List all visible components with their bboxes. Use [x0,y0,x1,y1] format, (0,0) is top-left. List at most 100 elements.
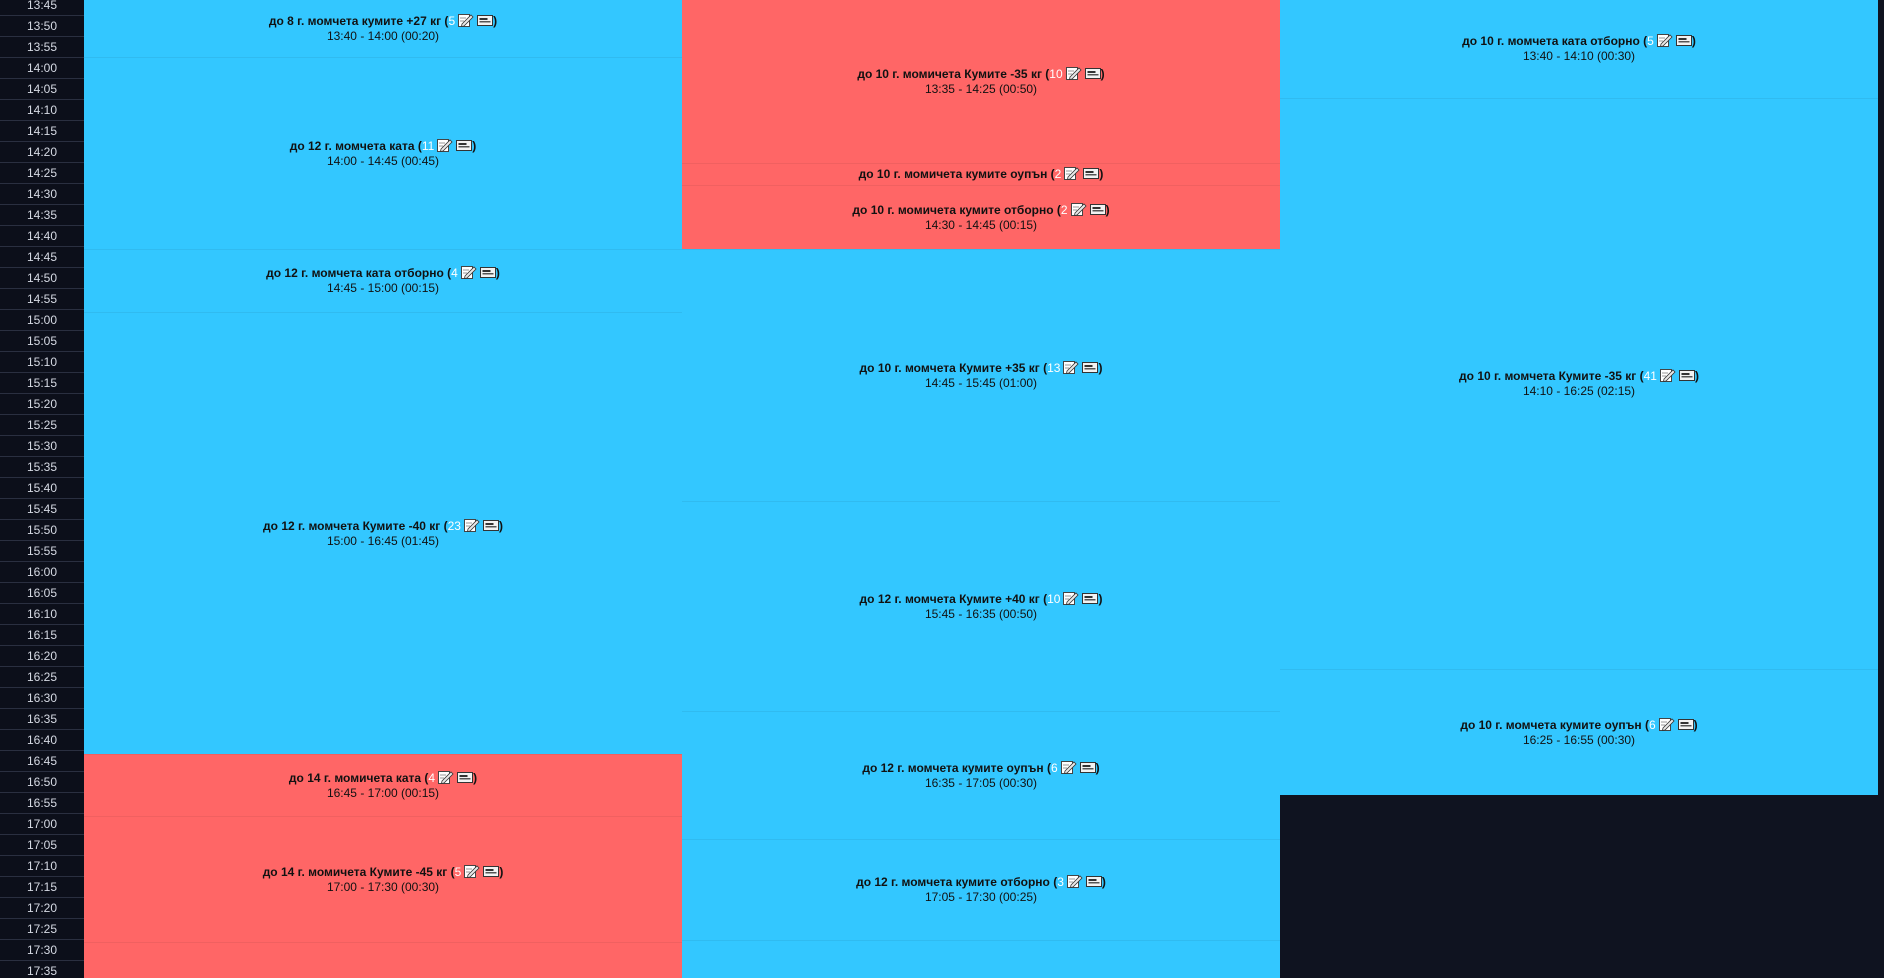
edit-icon[interactable] [1070,202,1087,216]
participant-count-link[interactable]: 2 [1055,167,1062,181]
event-title-close: ) [473,770,478,785]
time-slot-label: 15:30 [0,436,84,457]
details-icon[interactable] [1085,875,1102,888]
event-time-range: 14:10 - 16:25 (02:15) [1522,384,1636,398]
event-title-text: до 12 г. момчета Кумите -40 кг ( [263,518,448,533]
time-slot-label: 14:30 [0,184,84,205]
time-slot-label: 14:00 [0,58,84,79]
participant-count-link[interactable]: 4 [451,266,458,280]
event-title-close: ) [1099,167,1104,181]
details-icon[interactable] [1675,34,1692,47]
edit-icon[interactable] [1064,167,1080,180]
edit-icon[interactable] [1063,360,1080,374]
participant-count-link[interactable]: 2 [1061,203,1068,217]
event-title-close: ) [1098,591,1103,606]
details-icon[interactable] [1082,592,1099,605]
participant-count-link[interactable]: 5 [455,865,462,879]
edit-icon[interactable] [464,864,480,878]
details-icon[interactable] [1089,203,1106,216]
edit-icon[interactable] [437,138,453,152]
edit-icon[interactable] [463,518,480,532]
details-icon[interactable] [479,266,496,279]
participant-count-link[interactable]: 6 [1051,761,1058,775]
details-icon[interactable] [1677,718,1694,731]
schedule-event-block[interactable]: до 8 г. момчета кумите +27 кг (5) 13:40 -… [84,0,682,57]
time-slot-label: 15:20 [0,394,84,415]
details-icon[interactable] [1079,761,1096,774]
edit-icon[interactable] [438,770,454,784]
time-slot-label: 17:15 [0,877,84,898]
event-title-text: до 12 г. момчета кумите отборно ( [856,875,1058,889]
event-title-close: ) [1101,875,1106,889]
schedule-event-block[interactable]: до 12 г. момчета Кумите +40 кг (10) 15:45… [682,501,1280,711]
time-slot-label: 13:50 [0,16,84,37]
edit-icon[interactable] [460,266,477,279]
schedule-event-block[interactable]: до 10 г. момичета Кумите -35 кг (10) 13:3… [682,0,1280,163]
schedule-event-block[interactable]: до 10 г. момичета кумите отборно (2) 14:3… [682,185,1280,249]
event-title-text: до 10 г. момчета Кумите +35 кг ( [859,360,1048,375]
schedule-event-block[interactable]: до 14 г. момичета Кумите -45 кг (5) 17:00… [84,816,682,942]
event-title-text: до 8 г. момчета кумите +27 кг ( [268,13,449,28]
edit-icon[interactable] [1065,66,1082,80]
event-title: до 12 г. момчета Кумите -40 кг (23) [263,518,503,534]
details-icon[interactable] [1083,167,1100,180]
details-icon[interactable] [457,771,474,784]
edit-icon[interactable] [1658,717,1675,731]
event-title-text: до 10 г. момичета Кумите -35 кг ( [857,66,1050,81]
participant-count-link[interactable]: 6 [1649,718,1656,732]
edit-icon[interactable] [1066,875,1083,888]
details-icon[interactable] [1082,361,1099,374]
event-title-text: до 10 г. момичета кумите оупън ( [858,167,1055,181]
event-title: до 10 г. момчета Кумите -35 кг (41) [1459,369,1699,384]
schedule-event-block[interactable]: до 12 г. момчета кумите оупън (6) 16:35 -… [682,711,1280,839]
participant-count-link[interactable]: 11 [422,139,434,153]
schedule-event-block[interactable]: до 12 г. момчета кумите отборно (3) 17:05… [682,839,1280,940]
details-icon[interactable] [477,14,494,27]
event-time-range: 17:05 - 17:30 (00:25) [924,890,1038,904]
participant-count-link[interactable]: 5 [1647,34,1654,48]
details-icon[interactable] [456,139,473,152]
time-slot-label: 17:25 [0,919,84,940]
participant-count-link[interactable]: 13 [1047,361,1060,375]
participant-count-link[interactable]: 41 [1644,369,1657,383]
participant-count-link[interactable]: 23 [448,519,461,533]
event-time-range: 16:25 - 16:55 (00:30) [1522,732,1636,747]
schedule-event-block[interactable]: до 12 г. момчета Кумите -40 кг (23) 15:00… [84,312,682,754]
participant-count-link[interactable]: 3 [1057,875,1064,889]
schedule-event-block[interactable] [84,942,682,978]
event-title-close: ) [493,13,498,28]
time-slot-label: 17:05 [0,835,84,856]
schedule-event-block[interactable]: до 12 г. момчета ката отборно (4) 14:45 -… [84,249,682,312]
edit-icon[interactable] [1656,34,1673,47]
schedule-event-block[interactable]: до 12 г. момчета ката (11) 14:00 - 14:45 … [84,57,682,249]
event-time-range: 13:35 - 14:25 (00:50) [924,81,1038,96]
event-title-close: ) [495,266,500,280]
details-icon[interactable] [483,865,500,878]
schedule-event-block[interactable] [682,940,1280,978]
details-icon[interactable] [482,519,499,532]
schedule-event-block[interactable]: до 10 г. момчета ката отборно (5) 13:40 -… [1280,0,1878,98]
details-icon[interactable] [1678,369,1695,382]
time-slot-label: 14:55 [0,289,84,310]
details-icon[interactable] [1084,67,1101,80]
time-slot-label: 14:50 [0,268,84,289]
participant-count-link[interactable]: 5 [448,14,455,28]
edit-icon[interactable] [1063,591,1080,605]
schedule-event-block[interactable]: до 10 г. момчета Кумите -35 кг (41) 14:10… [1280,98,1878,669]
participant-count-link[interactable]: 4 [428,771,435,785]
schedule-event-block[interactable]: до 10 г. момичета кумите оупън (2) [682,163,1280,185]
schedule-event-block[interactable]: до 10 г. момчета Кумите +35 кг (13) 14:45… [682,249,1280,501]
time-slot-label: 16:15 [0,625,84,646]
event-title: до 8 г. момчета кумите +27 кг (5) [268,13,498,29]
event-title-text: до 10 г. момчета ката отборно ( [1462,34,1648,48]
schedule-event-block[interactable]: до 14 г. момичета ката (4) 16:45 - 17:00 … [84,754,682,816]
participant-count-link[interactable]: 10 [1047,592,1060,606]
time-slot-label: 15:10 [0,352,84,373]
time-slot-label: 14:20 [0,142,84,163]
edit-icon[interactable] [458,13,474,27]
edit-icon[interactable] [1060,760,1077,774]
event-title-close: ) [472,138,477,153]
schedule-event-block[interactable]: до 10 г. момчета кумите оупън (6) 16:25 -… [1280,669,1878,795]
participant-count-link[interactable]: 10 [1049,67,1062,81]
edit-icon[interactable] [1659,369,1676,382]
